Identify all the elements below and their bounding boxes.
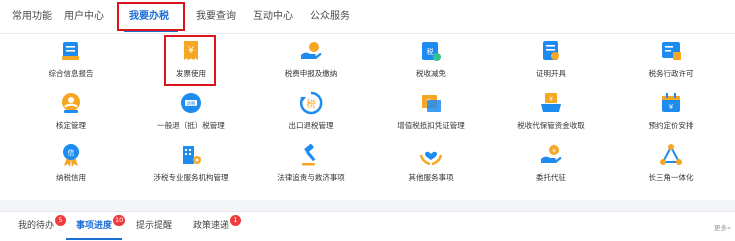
todo-count-badge: 5 [55,215,66,226]
grid-item-general-refund[interactable]: 退税 一般退（抵）税管理 [130,91,252,131]
credit-medal-icon: 信 [59,143,83,167]
refund-icon: 退税 [179,91,203,115]
policy-count-badge: 1 [230,215,241,226]
report-document-icon [59,39,83,63]
grid-item-tax-credit[interactable]: 信 纳税信用 [10,143,132,183]
grid-item-pricing-arrangement[interactable]: ¥ 预约定价安排 [610,91,732,131]
grid-item-label: 出口退税管理 [288,121,334,130]
svg-text:信: 信 [68,148,75,157]
svg-text:¥: ¥ [552,148,556,155]
tab-query[interactable]: 我要查询 [196,0,236,33]
grid-item-entrusted-collection[interactable]: ¥ 委托代征 [490,143,612,183]
gavel-icon [299,143,323,167]
svg-text:退税: 退税 [187,100,196,107]
calendar-pricing-icon: ¥ [659,91,683,115]
heart-hands-icon [419,143,443,167]
svg-text:税: 税 [427,47,434,56]
grid-item-label: 长三角一体化 [648,173,694,182]
grid-item-label: 预约定价安排 [648,121,694,130]
triangle-network-icon [659,143,683,167]
tab-public-services[interactable]: 公众服务 [310,0,350,33]
hand-payment-icon [299,39,323,63]
tab-label: 事项进度 [76,221,113,231]
certificate-icon [539,39,563,63]
verification-user-icon [59,91,83,115]
grid-item-export-refund[interactable]: 税 出口退税管理 [250,91,372,131]
tab-label: 我的待办 [18,221,55,231]
grid-item-label: 一般退（抵）税管理 [157,121,225,130]
svg-text:¥: ¥ [669,103,674,111]
grid-item-legal-remedy[interactable]: 法律追责与救济事项 [250,143,372,183]
tab-my-todo[interactable]: 我的待办 [18,212,54,240]
grid-item-other-services[interactable]: 其他服务事项 [370,143,492,183]
grid-item-label: 核定管理 [56,121,86,130]
bottom-tab-bar: 我的待办 5 事项进度 10 提示提醒 政策速递 1 更多» [0,211,735,241]
more-link[interactable]: 更多» [714,222,731,232]
tab-user-center[interactable]: 用户中心 [64,0,104,33]
grid-item-label: 综合信息报告 [48,69,94,78]
grid-item-custody-fund[interactable]: ¥ 税收代保管资金收取 [490,91,612,131]
svg-text:¥: ¥ [549,96,553,103]
grid-item-tax-reduction[interactable]: 税 税收减免 [370,39,492,79]
grid-item-certificate[interactable]: 证明开具 [490,39,612,79]
grid-item-label: 税费申报及缴纳 [284,69,338,78]
active-tab-indicator [66,238,122,240]
tab-progress[interactable]: 事项进度 [76,212,112,240]
grid-item-verification[interactable]: 核定管理 [10,91,132,131]
tab-reminders[interactable]: 提示提醒 [136,212,172,240]
grid-item-info-report[interactable]: 综合信息报告 [10,39,132,79]
top-tab-bar: 常用功能 用户中心 我要办税 我要查询 互动中心 公众服务 [0,0,735,34]
tab-common-functions[interactable]: 常用功能 [12,0,52,33]
grid-item-label: 委托代征 [536,173,566,182]
grid-item-vat-deduction[interactable]: 凭 增值税抵扣凭证管理 [370,91,492,131]
grid-item-label: 税收代保管资金收取 [517,121,585,130]
progress-count-badge: 10 [113,215,126,226]
building-gear-icon [179,143,203,167]
permit-icon [659,39,683,63]
highlight-frame [117,2,185,31]
svg-text:税: 税 [306,98,315,110]
grid-item-admin-permit[interactable]: 税务行政许可 [610,39,732,79]
grid-item-label: 税务行政许可 [648,69,694,78]
grid-item-label: 涉税专业服务机构管理 [153,173,229,182]
vat-deduction-icon: 凭 [419,91,443,115]
grid-item-label: 税收减免 [416,69,446,78]
grid-item-label: 增值税抵扣凭证管理 [397,121,465,130]
tax-service-grid: 综合信息报告 ¥ 发票使用 税费申报及缴纳 税 税收减免 证明开具 税务行政许可… [0,34,735,200]
grid-item-label: 法律追责与救济事项 [277,173,345,182]
custody-fund-icon: ¥ [539,91,563,115]
tab-policy-express[interactable]: 政策速递 [193,212,229,240]
hand-coin-icon: ¥ [539,143,563,167]
grid-item-label: 纳税信用 [56,173,86,182]
tab-label: 政策速递 [193,221,230,231]
tab-interaction-center[interactable]: 互动中心 [253,0,293,33]
grid-item-declare-pay[interactable]: 税费申报及缴纳 [250,39,372,79]
grid-item-label: 其他服务事项 [408,173,454,182]
grid-item-label: 证明开具 [536,69,566,78]
tab-label: 提示提醒 [136,221,173,231]
grid-item-yangtze-delta[interactable]: 长三角一体化 [610,143,732,183]
grid-item-professional-agency[interactable]: 涉税专业服务机构管理 [130,143,252,183]
export-refund-icon: 税 [299,91,323,115]
highlight-frame [164,35,216,86]
tax-reduction-icon: 税 [419,39,443,63]
